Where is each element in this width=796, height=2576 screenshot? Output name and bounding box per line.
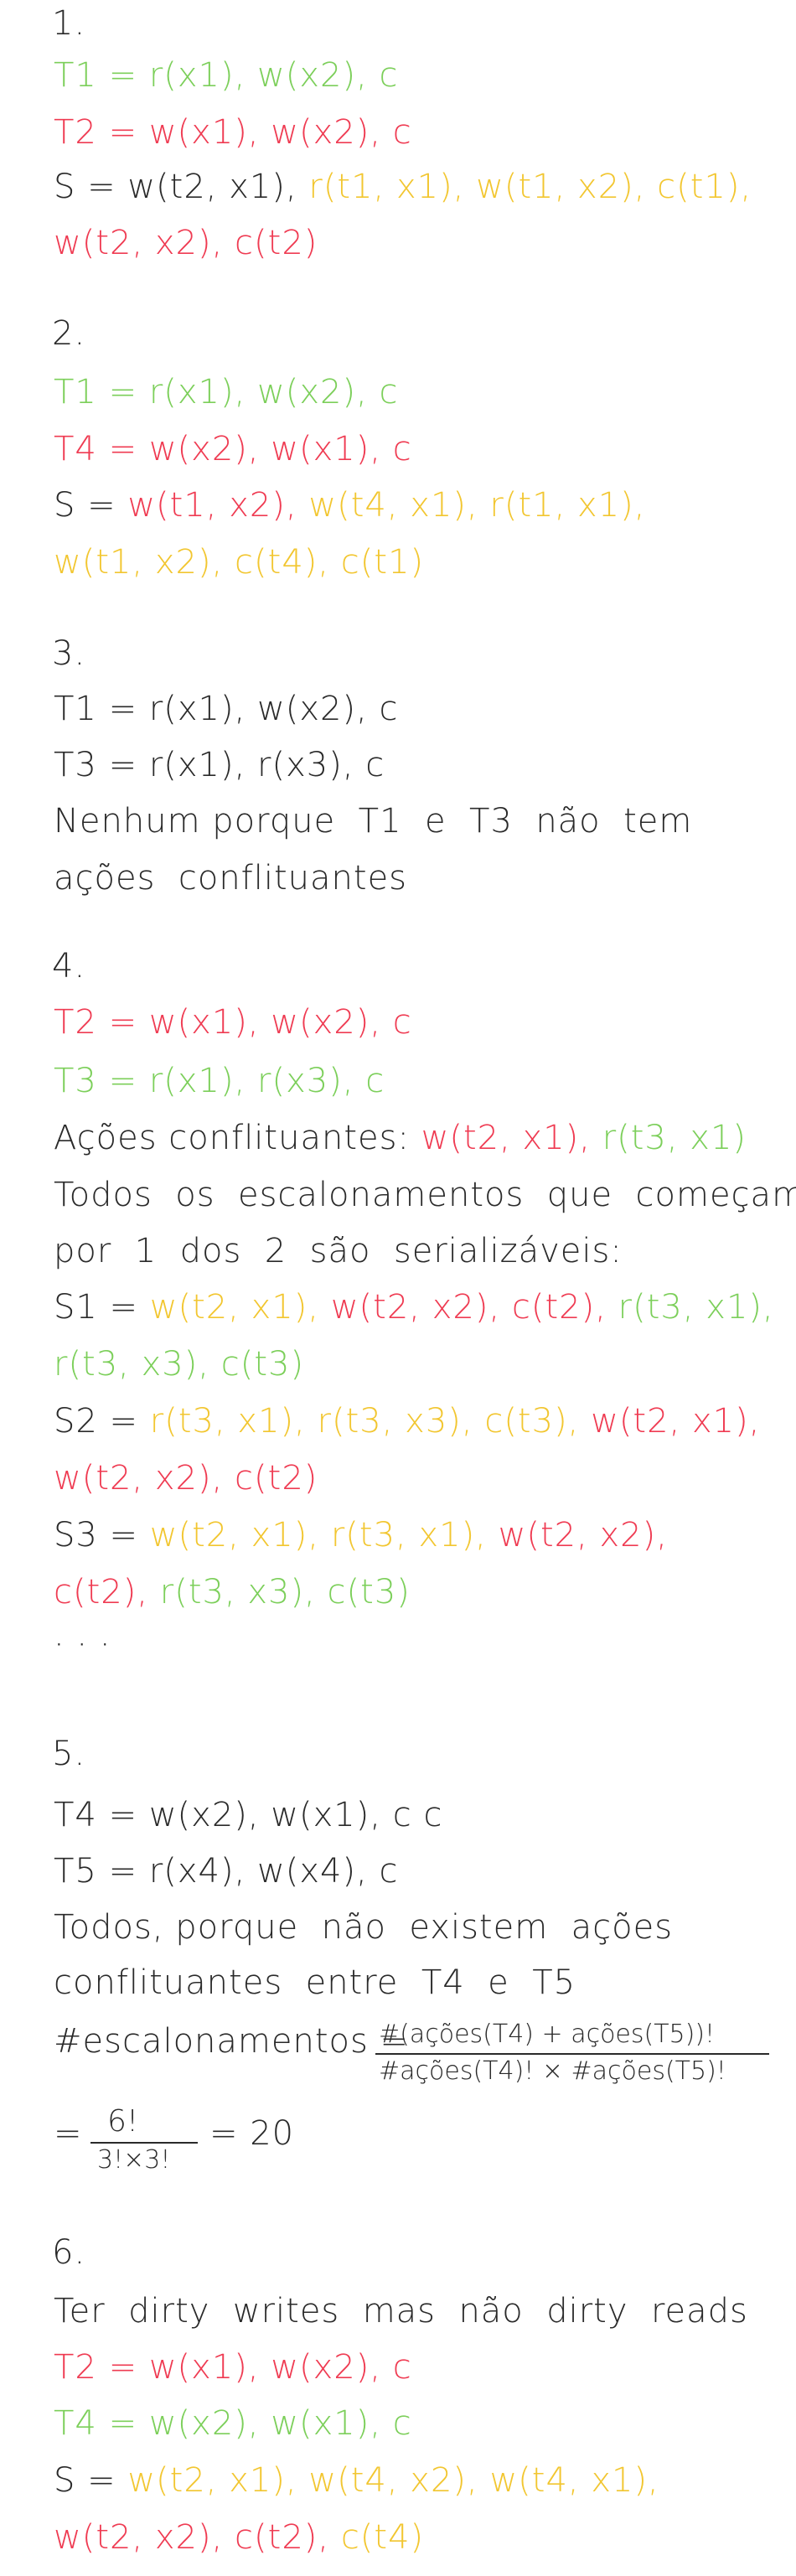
q6-s-op4: w(t2, x2), c(t2),	[54, 2518, 341, 2557]
q2-s-ops: w(t4, x1), r(t1, x1),	[308, 486, 646, 525]
q2-schedule-line1: S = w(t1, x2), w(t4, x1), r(t1, x1),	[54, 482, 645, 529]
q4-s3-line1: S3 = w(t2, x1), r(t3, x1), w(t2, x2),	[54, 1512, 668, 1559]
q3-answer-line2: ações conflituantes	[54, 859, 408, 897]
q6-schedule-line1: S = w(t2, x1), w(t4, x2), w(t4, x1),	[54, 2457, 659, 2504]
q4-s1-op2: w(t2, x2), c(t2),	[330, 1288, 618, 1327]
q5-formula-bar	[375, 2053, 769, 2055]
q1-schedule-line2: w(t2, x2), c(t2)	[54, 224, 318, 262]
q2-number: 2.	[52, 314, 86, 353]
q6-s-label: S =	[54, 2461, 128, 2500]
q2-t1: T1 = r(x1), w(x2), c	[54, 373, 399, 411]
q5-t5: T5 = r(x4), w(x4), c	[54, 1852, 399, 1891]
q4-s2-label: S2 =	[54, 1402, 150, 1441]
q2-schedule-line2: w(t1, x2), c(t4), c(t1)	[54, 543, 425, 582]
q4-s3-op4: c(t2),	[54, 1573, 160, 1611]
q2-t4: T4 = w(x2), w(x1), c	[54, 430, 412, 468]
q5-fraction-bar	[90, 2142, 198, 2144]
q5-number: 5.	[52, 1735, 86, 1773]
q6-s-op3: w(t4, x1),	[489, 2461, 659, 2500]
q4-s3-op1: w(t2, x1),	[149, 1516, 331, 1554]
q2-s-op1: w(t1, x2),	[127, 486, 309, 525]
q4-s1-line1: S1 = w(t2, x1), w(t2, x2), c(t2), r(t3, …	[54, 1284, 774, 1331]
q1-s-label: S = w(t2, x1),	[54, 168, 309, 206]
q4-s3-op5: r(t3, x3), c(t3)	[159, 1573, 411, 1611]
q4-t2: T2 = w(x1), w(x2), c	[54, 1003, 412, 1042]
q6-number: 6.	[52, 2233, 86, 2272]
q4-s3-op2: r(t3, x1),	[330, 1516, 499, 1554]
q6-s-op2: w(t4, x2),	[308, 2461, 490, 2500]
q4-s1-op1: w(t2, x1),	[149, 1288, 331, 1327]
q4-s3-op3: w(t2, x2),	[498, 1516, 668, 1554]
q4-s2-line1: S2 = r(t3, x1), r(t3, x3), c(t3), w(t2, …	[54, 1398, 760, 1445]
q6-s-op1: w(t2, x1),	[127, 2461, 309, 2500]
q4-all-line1: Todos os escalonamentos que começam	[54, 1176, 796, 1214]
q3-answer-line1: Nenhum porque T1 e T3 não tem	[54, 802, 693, 841]
q6-description: Ter dirty writes mas não dirty reads	[54, 2292, 748, 2330]
q1-t1: T1 = r(x1), w(x2), c	[54, 56, 399, 95]
q4-s1-op3: r(t3, x1),	[618, 1288, 774, 1327]
q1-s-ops: r(t1, x1), w(t1, x2), c(t1),	[308, 168, 752, 206]
q5-formula-numerator: #(ações(T4) + ações(T5))!	[379, 2020, 716, 2049]
q4-s2-line2: w(t2, x2), c(t2)	[54, 1459, 318, 1497]
q4-s3-line2: c(t2), r(t3, x3), c(t3)	[54, 1569, 411, 1616]
q4-conf-op1: w(t2, x1),	[421, 1119, 602, 1157]
q5-result: = 20	[209, 2114, 295, 2153]
q4-number: 4.	[52, 947, 86, 985]
q6-t4: T4 = w(x2), w(x1), c	[54, 2404, 412, 2443]
q4-all-line2: por 1 dos 2 são serializáveis:	[54, 1232, 623, 1270]
q5-t4: T4 = w(x2), w(x1), c c	[54, 1796, 443, 1834]
q4-ellipsis: · · ·	[54, 1626, 111, 1664]
q5-fraction-numerator: 6!	[107, 2104, 139, 2139]
q4-s3-label: S3 =	[54, 1516, 150, 1554]
q5-all-line1: Todos, porque não existem ações	[54, 1908, 674, 1947]
q5-escalonamentos-label: #escalonamentos =	[54, 2022, 410, 2061]
q6-s-op5: c(t4)	[340, 2518, 425, 2557]
q1-number: 1.	[52, 4, 86, 43]
q2-s-label: S =	[54, 486, 128, 525]
q4-t3: T3 = r(x1), r(x3), c	[54, 1062, 385, 1100]
q5-formula-denominator: #ações(T4)! × #ações(T5)!	[379, 2056, 726, 2086]
q6-t2: T2 = w(x1), w(x2), c	[54, 2348, 412, 2387]
q6-schedule-line2: w(t2, x2), c(t2), c(t4)	[54, 2514, 424, 2561]
q4-conf-label: Ações conflituantes:	[54, 1119, 421, 1157]
q1-schedule-line1: S = w(t2, x1), r(t1, x1), w(t1, x2), c(t…	[54, 163, 752, 210]
q5-equals: =	[54, 2114, 83, 2153]
q5-fraction-denominator: 3!×3!	[97, 2145, 171, 2175]
q4-s2-op1: r(t3, x1), r(t3, x3), c(t3),	[149, 1402, 592, 1441]
q5-all-line2: conflituantes entre T4 e T5	[54, 1963, 576, 2002]
handwritten-notes-page: { "q1": { "num": "1.", "t1": "T1 = r(x1)…	[0, 0, 796, 2576]
q1-t2: T2 = w(x1), w(x2), c	[54, 113, 412, 152]
q4-s1-label: S1 =	[54, 1288, 150, 1327]
q4-conflicting-actions: Ações conflituantes: w(t2, x1), r(t3, x1…	[54, 1115, 747, 1161]
q4-s1-line2: r(t3, x3), c(t3)	[54, 1345, 305, 1384]
q3-t1: T1 = r(x1), w(x2), c	[54, 690, 399, 728]
q3-number: 3.	[52, 634, 86, 673]
q3-t3: T3 = r(x1), r(x3), c	[54, 746, 385, 784]
q4-conf-op2: r(t3, x1)	[602, 1119, 747, 1157]
q4-s2-op2: w(t2, x1),	[591, 1402, 761, 1441]
